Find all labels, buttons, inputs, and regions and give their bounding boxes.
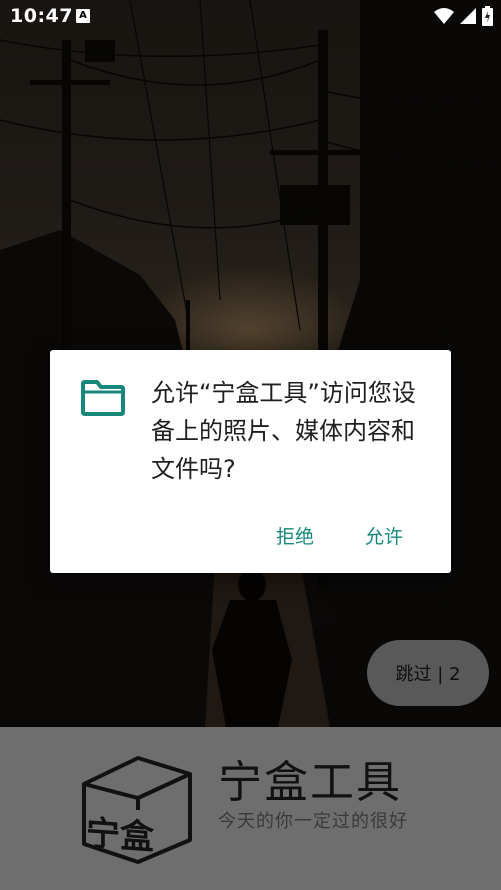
permission-message: 允许“宁盒工具”访问您设备上的照片、媒体内容和文件吗?: [151, 379, 416, 483]
logo-text: 宁盒: [86, 813, 155, 858]
deny-button[interactable]: 拒绝: [268, 518, 322, 553]
status-icons: [434, 6, 493, 26]
skip-button[interactable]: 跳过 | 2: [367, 640, 489, 706]
allow-button[interactable]: 允许: [357, 518, 411, 553]
folder-icon: [81, 380, 125, 416]
permission-dialog: 允许“宁盒工具”访问您设备上的照片、媒体内容和文件吗? 拒绝 允许: [50, 350, 451, 573]
app-name: 宁盒工具: [218, 757, 402, 808]
splash-screen: 10:47 A 允许“宁盒工具”访问您设备上的照片、媒体内容和文件吗? 拒绝 允…: [0, 0, 501, 890]
app-slogan: 今天的你一定过的很好: [218, 811, 408, 832]
a-icon: A: [76, 9, 90, 23]
skip-label: 跳过 | 2: [395, 664, 461, 685]
status-bar: 10:47 A: [0, 0, 501, 32]
signal-icon: [460, 8, 476, 24]
app-logo: 宁盒: [82, 756, 192, 864]
battery-charging-icon: [482, 6, 493, 26]
status-time: 10:47: [10, 5, 73, 27]
wifi-icon: [434, 8, 454, 24]
